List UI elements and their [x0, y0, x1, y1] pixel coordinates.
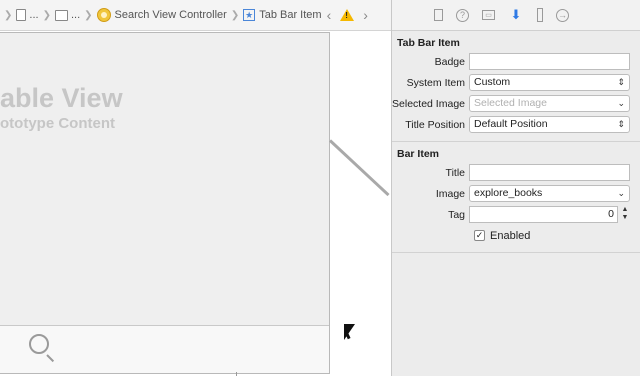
breadcrumb-label: ...	[29, 9, 39, 21]
tag-stepper[interactable]: ▲ ▼	[620, 206, 630, 223]
forward-arrow-icon[interactable]: ›	[363, 7, 368, 23]
tab-bar[interactable]	[0, 325, 329, 373]
title-position-select[interactable]: Default Position ⇕	[469, 116, 630, 133]
badge-row: Badge	[392, 51, 640, 72]
selected-image-combobox[interactable]: Selected Image ⌄	[469, 95, 630, 112]
jump-bar: ❯ ... ❯ ... ❯ Search View Controller ❯ ★…	[0, 0, 391, 31]
star-icon: ★	[243, 9, 256, 21]
breadcrumb-item-file[interactable]: ...	[16, 9, 39, 21]
identity-inspector-icon[interactable]: ▭	[482, 10, 495, 20]
enabled-label: Enabled	[490, 229, 531, 242]
tag-row: Tag 0 ▲ ▼	[392, 204, 640, 225]
breadcrumb-item-view[interactable]: ...	[54, 9, 81, 21]
badge-label: Badge	[434, 55, 465, 68]
segue-connection-line[interactable]	[328, 139, 390, 197]
select-value: explore_books	[474, 187, 543, 199]
enabled-row: ✓ Enabled	[392, 225, 640, 246]
tag-field[interactable]: 0	[469, 206, 618, 223]
title-row: Title	[392, 162, 640, 183]
title-label: Title	[445, 166, 465, 179]
system-item-row: System Item Custom ⇕	[392, 72, 640, 93]
inspector-tab-bar: ? ▭ ⬇ →	[392, 0, 640, 31]
section-title: Tab Bar Item	[397, 37, 460, 49]
file-icon	[16, 9, 27, 21]
selected-image-label: Selected Image	[392, 97, 465, 110]
mouse-cursor-icon	[344, 324, 355, 340]
image-row: Image explore_books ⌄	[392, 183, 640, 204]
view-controller-icon	[96, 8, 111, 22]
chevron-down-icon[interactable]: ⌄	[617, 186, 625, 201]
chevron-right-icon: ❯	[230, 9, 240, 21]
divider	[236, 372, 237, 376]
chevron-right-icon: ❯	[4, 9, 13, 21]
table-view-controller-scene[interactable]: able View ototype Content	[0, 32, 330, 374]
title-field[interactable]	[469, 164, 630, 181]
title-position-label: Title Position	[405, 118, 465, 131]
select-value: Custom	[474, 76, 511, 88]
back-arrow-icon[interactable]: ‹	[327, 7, 332, 23]
table-view-placeholder-title: able View	[0, 83, 123, 113]
image-combobox[interactable]: explore_books ⌄	[469, 185, 630, 202]
file-inspector-icon[interactable]	[434, 9, 443, 21]
inspector-panel: ? ▭ ⬇ → Tab Bar Item Badge System Item C…	[391, 0, 640, 376]
up-down-chevron-icon: ⇕	[617, 77, 625, 87]
storyboard-canvas[interactable]: able View ototype Content	[0, 32, 391, 376]
breadcrumb-label: Search View Controller	[114, 9, 227, 21]
breadcrumb-item-view-controller[interactable]: Search View Controller	[96, 8, 227, 22]
size-inspector-icon[interactable]	[537, 8, 543, 22]
breadcrumb-label: Tab Bar Item	[259, 9, 322, 21]
system-item-label: System Item	[406, 76, 465, 89]
tab-bar-item-section: Tab Bar Item Badge System Item Custom ⇕ …	[392, 31, 640, 142]
search-icon[interactable]	[29, 334, 49, 354]
tag-stepper-group: 0 ▲ ▼	[469, 206, 630, 223]
chevron-right-icon: ❯	[84, 9, 93, 21]
attributes-inspector-icon[interactable]: ⬇	[508, 7, 524, 23]
system-item-select[interactable]: Custom ⇕	[469, 74, 630, 91]
breadcrumb-label: ...	[70, 9, 81, 21]
tag-label: Tag	[448, 208, 465, 221]
up-down-chevron-icon: ⇕	[617, 119, 625, 129]
view-icon	[54, 9, 68, 21]
section-title: Bar Item	[397, 148, 440, 160]
bar-item-section: Bar Item Title Image explore_books ⌄ Tag…	[392, 142, 640, 253]
connections-inspector-icon[interactable]: →	[556, 8, 569, 22]
selected-image-row: Selected Image Selected Image ⌄	[392, 93, 640, 114]
enabled-checkbox[interactable]: ✓	[474, 230, 485, 241]
warning-icon[interactable]: !	[340, 9, 355, 21]
quick-help-icon[interactable]: ?	[456, 8, 469, 22]
table-view-placeholder-subtitle: ototype Content	[0, 115, 115, 132]
placeholder-text: Selected Image	[474, 97, 547, 109]
select-value: Default Position	[474, 118, 548, 130]
breadcrumb-item-tab-bar-item[interactable]: ★ Tab Bar Item	[243, 9, 322, 21]
title-position-row: Title Position Default Position ⇕	[392, 114, 640, 135]
chevron-right-icon: ❯	[42, 9, 51, 21]
chevron-down-icon[interactable]: ⌄	[617, 96, 625, 111]
image-label: Image	[435, 187, 465, 200]
badge-field[interactable]	[469, 53, 630, 70]
